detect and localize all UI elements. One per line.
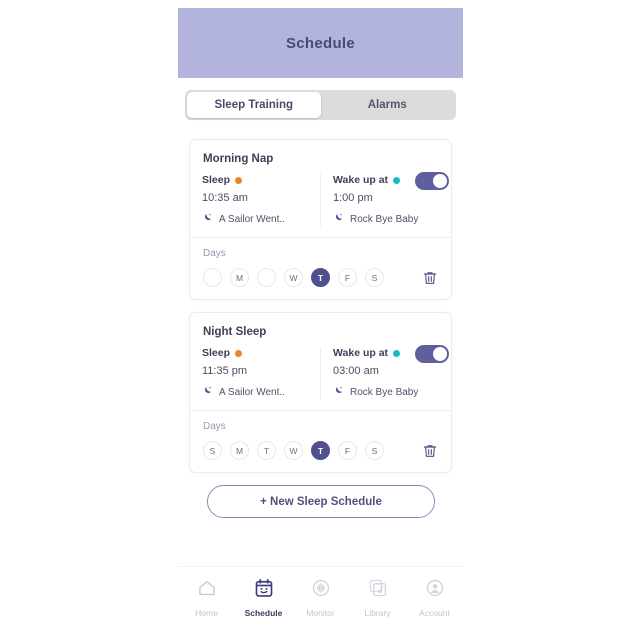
wake-sound-row[interactable]: Rock Bye Baby — [333, 212, 439, 226]
music-library-icon — [368, 578, 388, 603]
wake-label: Wake up at — [333, 174, 389, 186]
sleep-sound-row[interactable]: A Sailor Went.. — [202, 212, 308, 226]
nav-label-home: Home — [195, 607, 218, 618]
delete-schedule-icon[interactable] — [422, 443, 438, 459]
sleep-label-row: Sleep — [202, 174, 308, 186]
new-sleep-schedule-button[interactable]: + New Sleep Schedule — [207, 485, 435, 518]
day-toggle[interactable]: W — [284, 441, 303, 460]
tab-sleep-training-label: Sleep Training — [214, 99, 294, 111]
schedule-card[interactable]: Night Sleep Sleep 11:35 pm A Sailor Went… — [189, 312, 452, 473]
sound-wave-icon — [311, 578, 331, 603]
sleep-time[interactable]: 10:35 am — [202, 192, 308, 204]
nav-item-account[interactable]: Account — [406, 578, 463, 618]
days-label: Days — [203, 248, 226, 259]
sleep-time[interactable]: 11:35 pm — [202, 365, 308, 377]
moon-icon — [333, 212, 344, 226]
nav-label-account: Account — [419, 607, 450, 618]
wake-sound-row[interactable]: Rock Bye Baby — [333, 385, 439, 399]
sleep-column: Sleep 10:35 am A Sailor Went.. — [190, 174, 321, 226]
days-row: M W T F S — [203, 268, 438, 287]
wake-time[interactable]: 1:00 pm — [333, 192, 439, 204]
day-toggle[interactable]: S — [365, 268, 384, 287]
sleep-sound-name: A Sailor Went.. — [219, 386, 285, 398]
day-toggle[interactable]: T — [257, 441, 276, 460]
day-toggle-selected[interactable]: T — [311, 268, 330, 287]
wake-sound-name: Rock Bye Baby — [350, 386, 419, 398]
day-toggle[interactable]: M — [230, 441, 249, 460]
sleep-column: Sleep 11:35 pm A Sailor Went.. — [190, 347, 321, 399]
schedule-card-body: Sleep 10:35 am A Sailor Went.. Wake up a… — [190, 165, 451, 237]
moon-icon — [333, 385, 344, 399]
nav-item-library[interactable]: Library — [349, 578, 406, 618]
tab-alarms[interactable]: Alarms — [321, 92, 455, 118]
sleep-label: Sleep — [202, 174, 231, 186]
nav-item-schedule[interactable]: Schedule — [235, 578, 292, 618]
nav-item-monitor[interactable]: Monitor — [292, 578, 349, 618]
schedule-card-body: Sleep 11:35 pm A Sailor Went.. Wake up a… — [190, 338, 451, 410]
bottom-navigation: Home Schedule Monitor Library Account — [178, 566, 463, 628]
schedule-card-title: Morning Nap — [203, 153, 274, 165]
app-frame: Schedule Sleep Training Alarms Morning N… — [178, 0, 463, 640]
day-toggle[interactable]: S — [365, 441, 384, 460]
wake-column: Wake up at 03:00 am Rock Bye Baby — [321, 345, 451, 399]
sleep-label: Sleep — [202, 347, 231, 359]
sleep-label-row: Sleep — [202, 347, 308, 359]
day-toggle-selected[interactable]: T — [311, 441, 330, 460]
moon-icon — [202, 212, 213, 226]
day-toggle[interactable]: F — [338, 441, 357, 460]
wake-column: Wake up at 1:00 pm Rock Bye Baby — [321, 172, 451, 226]
sleep-sound-row[interactable]: A Sailor Went.. — [202, 385, 308, 399]
account-icon — [425, 578, 445, 603]
schedule-card-title: Night Sleep — [203, 326, 267, 338]
toggle-knob — [433, 347, 447, 361]
days-section: Days M W T F S — [190, 237, 451, 299]
days-section: Days S M T W T F S — [190, 410, 451, 472]
day-toggle[interactable]: F — [338, 268, 357, 287]
day-toggle[interactable]: S — [203, 441, 222, 460]
home-icon — [197, 578, 217, 603]
nav-label-library: Library — [364, 607, 391, 618]
nav-item-home[interactable]: Home — [178, 578, 235, 618]
delete-schedule-icon[interactable] — [422, 270, 438, 286]
wake-status-dot — [393, 349, 401, 357]
calendar-smile-icon — [254, 578, 274, 603]
schedule-card[interactable]: Morning Nap Sleep 10:35 am A Sailor Went… — [189, 139, 452, 300]
tab-bar: Sleep Training Alarms — [185, 90, 456, 120]
sleep-status-dot — [235, 349, 243, 357]
day-toggle[interactable]: M — [230, 268, 249, 287]
moon-icon — [202, 385, 213, 399]
day-toggle[interactable] — [257, 268, 276, 287]
days-label: Days — [203, 421, 226, 432]
nav-label-schedule: Schedule — [244, 607, 283, 618]
sleep-sound-name: A Sailor Went.. — [219, 213, 285, 225]
wake-label: Wake up at — [333, 347, 389, 359]
days-row: S M T W T F S — [203, 441, 438, 460]
tab-alarms-label: Alarms — [367, 99, 407, 111]
tab-sleep-training[interactable]: Sleep Training — [187, 92, 321, 118]
new-sleep-schedule-label: + New Sleep Schedule — [260, 495, 382, 508]
nav-label-monitor: Monitor — [306, 607, 335, 618]
wake-time[interactable]: 03:00 am — [333, 365, 439, 377]
schedule-enable-toggle[interactable] — [415, 345, 449, 363]
day-toggle[interactable]: W — [284, 268, 303, 287]
day-toggle[interactable] — [203, 268, 222, 287]
wake-status-dot — [393, 176, 401, 184]
app-header: Schedule — [178, 8, 463, 78]
page-title: Schedule — [285, 34, 356, 52]
sleep-status-dot — [235, 176, 243, 184]
wake-sound-name: Rock Bye Baby — [350, 213, 419, 225]
toggle-knob — [433, 174, 447, 188]
schedule-enable-toggle[interactable] — [415, 172, 449, 190]
